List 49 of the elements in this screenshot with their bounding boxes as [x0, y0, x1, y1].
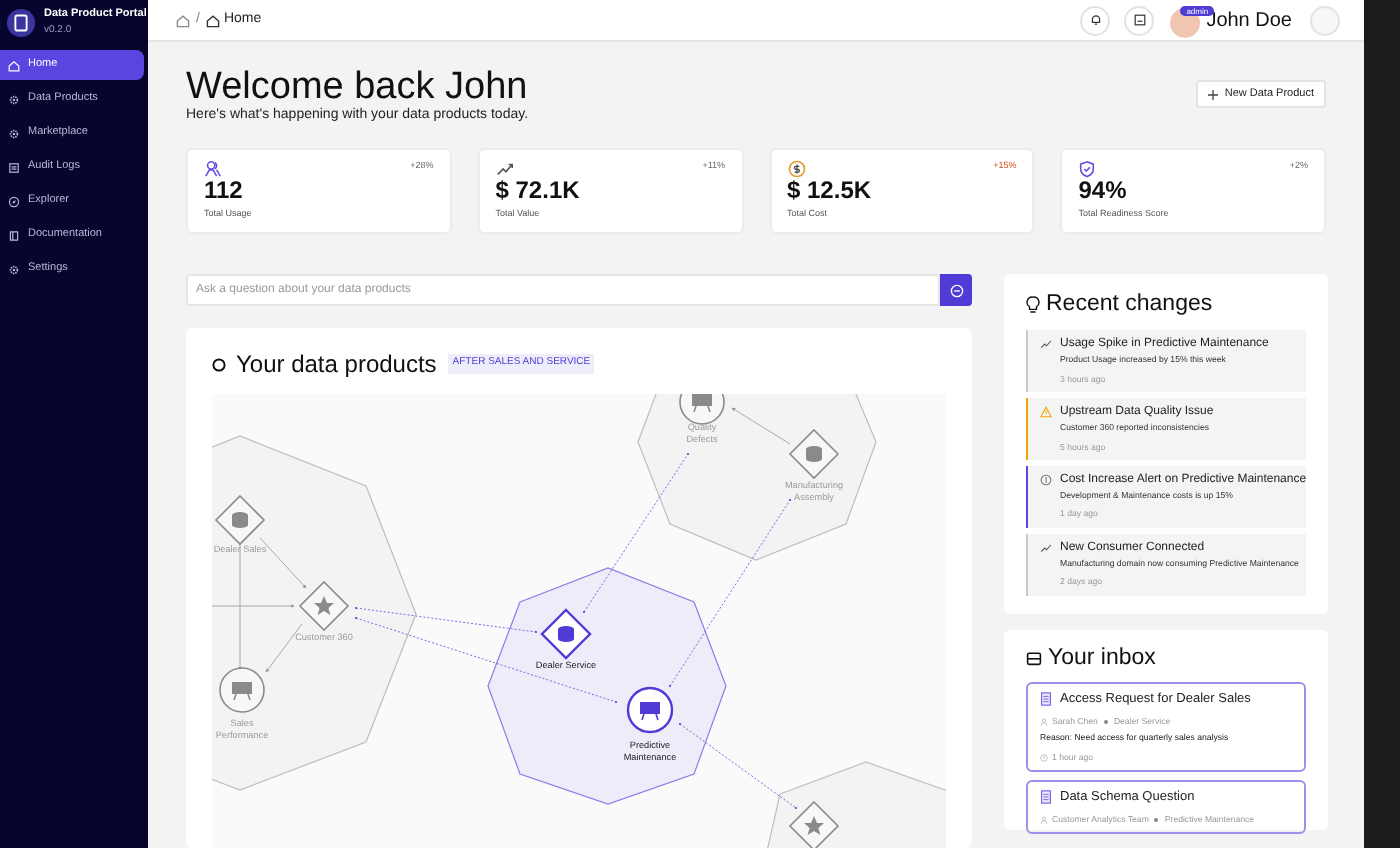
- messages-button[interactable]: [1124, 5, 1155, 35]
- logo-icon: [6, 8, 36, 38]
- warning-icon: [1040, 406, 1052, 419]
- gear-icon: [8, 263, 20, 275]
- document-icon: [1040, 790, 1052, 805]
- home-icon[interactable]: [176, 13, 190, 27]
- compass-icon: [8, 195, 20, 207]
- person-icon: [1040, 816, 1048, 825]
- plus-icon: [1208, 89, 1219, 99]
- stat-value: 112: [204, 178, 245, 204]
- home-icon: [8, 59, 20, 71]
- circle-icon: [212, 357, 226, 371]
- shield-icon: [1078, 160, 1097, 178]
- dotted-connector: [679, 723, 797, 809]
- connector-line: [731, 407, 791, 445]
- person-icon: [1040, 717, 1048, 726]
- users-icon: [204, 160, 222, 178]
- lightbulb-icon: [1026, 296, 1040, 315]
- clock-icon: [1040, 753, 1048, 762]
- send-button[interactable]: [940, 274, 972, 306]
- dataset-node[interactable]: [214, 494, 266, 546]
- star-node[interactable]: [298, 580, 350, 632]
- document-icon: [1040, 692, 1052, 707]
- section-title: Your inbox: [1048, 643, 1156, 674]
- document-icon: [8, 161, 20, 173]
- bell-icon: [1089, 14, 1102, 26]
- trend-icon: [1040, 541, 1052, 554]
- dot-icon: [1154, 818, 1159, 823]
- gear-icon: [8, 127, 20, 139]
- book-icon: [8, 229, 20, 241]
- dashboard-node[interactable]: [219, 667, 265, 713]
- trend-icon: [1040, 338, 1052, 351]
- dashboard-node[interactable]: [626, 686, 674, 734]
- gear-icon: [8, 93, 20, 105]
- dataset-node[interactable]: [540, 608, 592, 660]
- stat-value: 94%: [1078, 178, 1129, 204]
- dashboard-node[interactable]: [679, 394, 725, 425]
- star-node[interactable]: [788, 800, 840, 848]
- section-title: Your data products: [236, 348, 437, 382]
- section-title: Recent changes: [1046, 290, 1213, 320]
- stat-value: $ 12.5K: [787, 178, 874, 204]
- trend-icon: [495, 160, 514, 178]
- square-icon: [1133, 14, 1146, 26]
- stat-value: $ 72.1K: [495, 178, 582, 204]
- page-title: Welcome back John: [186, 68, 529, 108]
- notifications-button[interactable]: [1080, 5, 1111, 35]
- dataset-node[interactable]: [788, 428, 840, 480]
- inbox-icon: [1026, 650, 1042, 667]
- dot-icon: [1103, 719, 1108, 724]
